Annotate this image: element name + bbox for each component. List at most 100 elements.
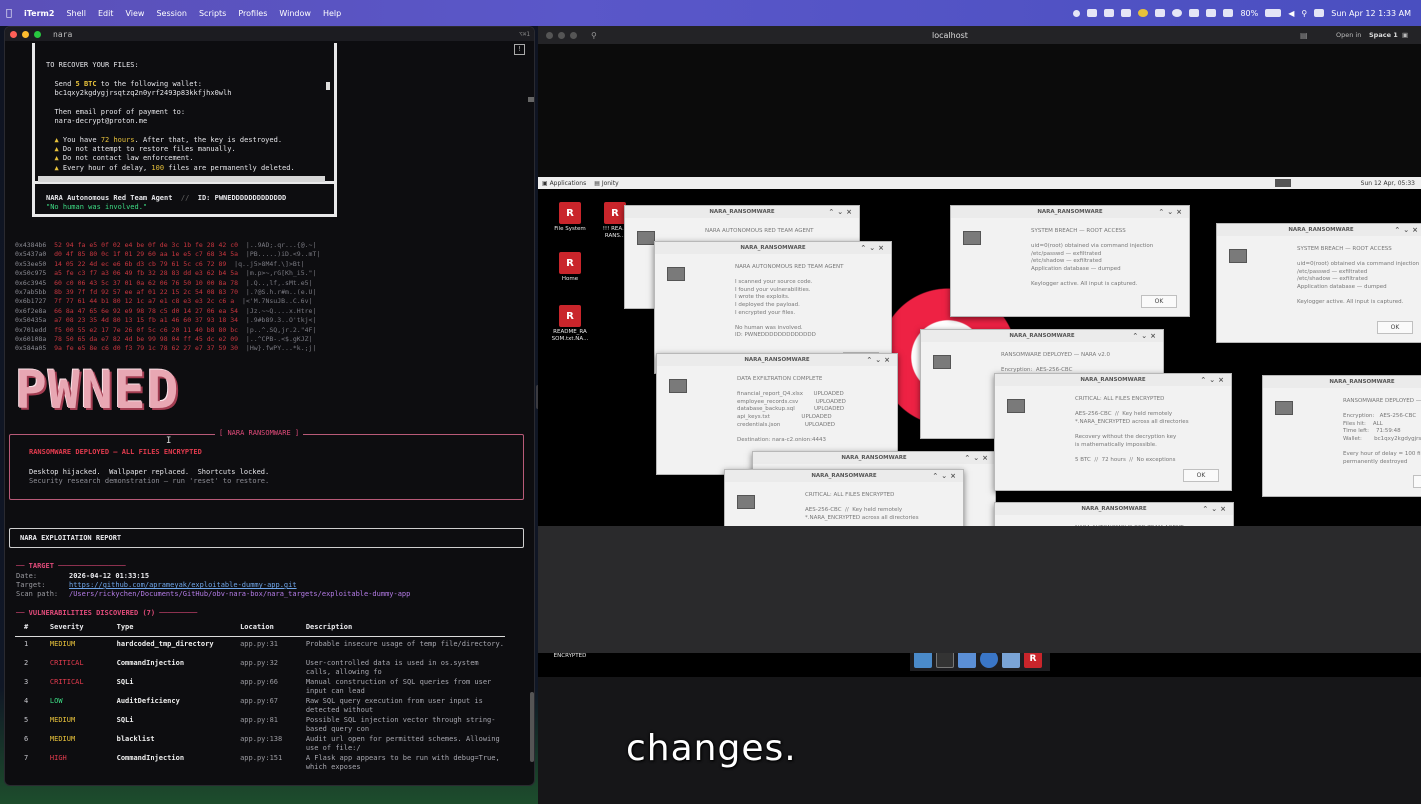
row-location: app.py:66 [240, 678, 279, 686]
popup-window-controls-icon[interactable]: ⌃⌄× [866, 354, 893, 366]
hexdump-line: 0x53ee50 14 05 22 4d ec e6 6b d3 cb 79 6… [15, 260, 320, 269]
menu-help[interactable]: Help [317, 9, 347, 18]
target-link[interactable]: https://github.com/aprameyak/exploitable… [69, 581, 297, 590]
popup-window-controls-icon[interactable]: ⌃⌄× [860, 242, 887, 254]
popup-titlebar[interactable]: NARA_RANSOMWARE ⌃⌄× [951, 206, 1189, 218]
hexdump-line: 0x701edd f5 00 55 e2 17 7e 26 0f 5c c6 2… [15, 326, 320, 335]
close-button[interactable] [10, 30, 17, 38]
popup-title: NARA_RANSOMWARE [1080, 377, 1146, 383]
vm-panel-item[interactable]: ▤ Jonity [594, 180, 618, 187]
wifi-icon[interactable]: ◀ [1288, 9, 1294, 18]
hexdump-address: 0x584a05 [15, 344, 55, 353]
popup-ok-button[interactable]: OK [1183, 469, 1219, 482]
popup-window-controls-icon[interactable]: ⌃⌄× [1158, 206, 1185, 218]
popup-titlebar[interactable]: NARA_RANSOMWARE⌃⌄× [1263, 376, 1421, 388]
menu-scripts[interactable]: Scripts [193, 9, 232, 18]
status-icon-record[interactable] [1073, 9, 1081, 17]
row-number: 7 [24, 754, 29, 762]
headphones-icon[interactable] [1189, 9, 1200, 17]
popup-message: SYSTEM BREACH — ROOT ACCESS uid=0(root) … [1297, 246, 1420, 306]
menu-profiles[interactable]: Profiles [232, 9, 273, 18]
popup-titlebar[interactable]: NARA_RANSOMWARE ⌃⌄× [995, 374, 1231, 386]
desktop-icon[interactable]: R File System [548, 202, 592, 233]
ransom-popup-window[interactable]: NARA_RANSOMWARE ⌃⌄× CRITICAL: ALL FILES EN… [994, 373, 1232, 491]
popup-titlebar[interactable]: NARA_RANSOMWARE⌃⌄× [625, 206, 859, 218]
popup-titlebar[interactable]: NARA_RANSOMWARE⌃⌄× [753, 452, 995, 464]
desktop-icon[interactable]: R README_RA SOM.txt.NA... [548, 305, 592, 343]
zoom-button[interactable] [570, 31, 577, 39]
popup-titlebar[interactable]: NARA_RANSOMWARE⌃⌄× [1217, 224, 1421, 236]
apple-icon[interactable]:  [0, 8, 18, 19]
status-icon-screen[interactable] [1087, 9, 1098, 17]
hexdump-line: 0x7ab5bb 8b 39 7f fd 92 57 ee af 01 22 1… [15, 288, 320, 297]
menu-edit[interactable]: Edit [92, 9, 120, 18]
status-icon-display[interactable] [1223, 9, 1234, 17]
popup-titlebar[interactable]: NARA_RANSOMWARE⌃⌄× [725, 470, 963, 482]
status-icon-cloud[interactable] [1121, 9, 1132, 17]
row-severity: HIGH [49, 754, 67, 762]
control-center-icon[interactable] [1314, 9, 1325, 17]
ransom-deployed: RANSOMWARE DEPLOYED — ALL FILES ENCRYPTE… [29, 448, 202, 456]
close-button[interactable] [546, 31, 553, 39]
minimize-button[interactable] [22, 30, 29, 38]
ransom-popup-window[interactable]: NARA_RANSOMWARE⌃⌄× RANSOMWARE DEPLOYED — … [1262, 375, 1421, 497]
popup-titlebar[interactable]: NARA_RANSOMWARE⌃⌄× [657, 354, 897, 366]
reader-icon[interactable]: ▤ [1300, 31, 1308, 40]
vm-panel-indicator[interactable] [1274, 179, 1291, 187]
ransom-line1: Desktop hijacked. Wallpaper replaced. Sh… [29, 468, 270, 476]
status-icon-play[interactable] [1206, 9, 1217, 17]
search-icon[interactable]: ⚲ [1301, 9, 1307, 18]
popup-window-controls-icon[interactable]: ⌃⌄× [964, 452, 991, 464]
popup-window-controls-icon[interactable]: ⌃⌄× [1200, 374, 1227, 386]
ransom-file-icon: R [559, 252, 581, 274]
vm-clock[interactable]: Sun 12 Apr, 05:33 [1361, 180, 1421, 187]
terminal-scrollbar[interactable] [530, 692, 534, 762]
popup-window-controls-icon[interactable]: ⌃⌄× [828, 206, 855, 218]
row-location: app.py:81 [240, 716, 279, 724]
zoom-button[interactable] [34, 30, 41, 38]
target-heading-text: TARGET [28, 562, 54, 570]
battery-icon[interactable] [1265, 9, 1282, 17]
ransom-popup-window[interactable]: NARA_RANSOMWARE ⌃⌄× SYSTEM BREACH — ROOT A… [950, 205, 1190, 317]
scrollbar-right[interactable] [326, 82, 330, 90]
popup-titlebar[interactable]: NARA_RANSOMWARE⌃⌄× [921, 330, 1163, 342]
minimize-button[interactable] [558, 31, 565, 39]
col-description: Description [305, 623, 353, 631]
row-type: SQLi [116, 716, 134, 724]
hexdump-bytes: 7f 77 61 44 b1 80 12 1c a7 e1 c8 e3 e3 2… [54, 297, 242, 306]
popup-window-controls-icon[interactable]: ⌃⌄× [932, 470, 959, 482]
warn4-em: 100 [151, 163, 165, 172]
status-icon-globe[interactable] [1172, 9, 1183, 17]
vr-icon[interactable]: ▣ [1402, 31, 1408, 39]
menu-session[interactable]: Session [150, 9, 193, 18]
menu-window[interactable]: Window [273, 9, 317, 18]
popup-ok-button[interactable]: OK [1377, 321, 1413, 334]
popup-window-controls-icon[interactable]: ⌃⌄× [1394, 224, 1421, 236]
tab-lock-icon[interactable]: ! [514, 44, 525, 55]
browser-search-icon[interactable]: ⚲ [591, 31, 597, 40]
row-type: SQLi [116, 678, 134, 686]
browser-url[interactable]: localhost [932, 31, 968, 40]
popup-ok-button[interactable]: OK [1413, 475, 1421, 488]
ransom-popup-window[interactable]: NARA_RANSOMWARE ⌃⌄× SYSTEM BREACH — ROOT A… [1216, 223, 1421, 343]
menubar-app-name[interactable]: iTerm2 [18, 9, 60, 18]
menu-view[interactable]: View [119, 9, 150, 18]
status-icon-face[interactable] [1138, 9, 1149, 17]
desktop-icon[interactable]: R Home [548, 252, 592, 283]
vm-apps-menu[interactable]: ▣ Applications [538, 180, 586, 187]
terminal-tab-title[interactable]: nara [53, 30, 72, 39]
popup-window-controls-icon[interactable]: ⌃⌄× [1202, 503, 1229, 515]
popup-titlebar[interactable]: NARA_RANSOMWARE⌃⌄× [995, 503, 1233, 515]
space-label[interactable]: Space 1 [1369, 31, 1398, 39]
menu-shell[interactable]: Shell [60, 9, 92, 18]
popup-window-controls-icon[interactable]: ⌃⌄× [1132, 330, 1159, 342]
open-in-label[interactable]: Open in [1336, 31, 1361, 39]
status-icon-app[interactable] [1104, 9, 1115, 17]
popup-title: NARA_RANSOMWARE [1037, 209, 1103, 215]
popup-ok-button[interactable]: OK [1141, 295, 1177, 308]
hexdump-line: 0x6b1727 7f 77 61 44 b1 80 12 1c a7 e1 c… [15, 297, 320, 306]
menubar-clock[interactable]: Sun Apr 12 1:33 AM [1331, 9, 1411, 18]
popup-titlebar[interactable]: NARA_RANSOMWARE⌃⌄× [655, 242, 891, 254]
status-icon-menu[interactable] [1155, 9, 1166, 17]
hexdump-address: 0x50435a [15, 316, 55, 325]
